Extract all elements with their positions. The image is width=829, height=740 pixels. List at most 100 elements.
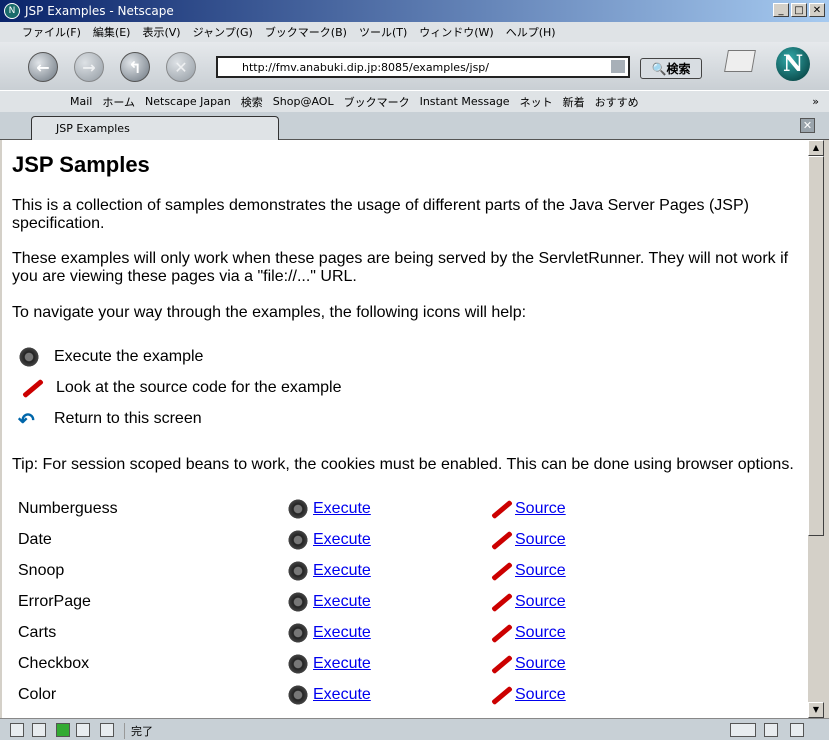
bookmark-netscape-japan[interactable]: Netscape Japan <box>145 95 231 108</box>
online-connection-icon[interactable] <box>730 723 756 737</box>
overflow-chevron-icon[interactable]: » <box>812 95 819 108</box>
title-bar: N JSP Examples - Netscape _ □ ✕ <box>0 0 829 22</box>
execute-link[interactable]: Execute <box>313 655 371 673</box>
close-button[interactable]: ✕ <box>809 3 825 17</box>
menu-bookmarks[interactable]: ブックマーク(B) <box>265 24 347 40</box>
bookmark-shop-aol[interactable]: Shop@AOL <box>273 95 334 108</box>
composer-icon[interactable] <box>76 723 90 737</box>
scroll-thumb[interactable] <box>808 156 824 536</box>
example-name: Checkbox <box>18 655 90 672</box>
vertical-scrollbar[interactable]: ▲ ▼ <box>808 140 824 718</box>
bookmark-mail[interactable]: Mail <box>70 95 92 108</box>
source-link[interactable]: Source <box>515 500 566 518</box>
execute-cell: Execute <box>287 560 371 582</box>
mail-icon[interactable] <box>32 723 46 737</box>
return-icon: ↶ <box>18 410 35 432</box>
source-link[interactable]: Source <box>515 562 566 580</box>
legend-return: ↶ Return to this screen <box>18 408 202 432</box>
intro-text: This is a collection of samples demonstr… <box>12 197 749 232</box>
menu-file[interactable]: ファイル(F) <box>22 24 81 40</box>
source-cell: Source <box>487 684 566 706</box>
execute-link[interactable]: Execute <box>313 593 371 611</box>
source-cell: Source <box>487 529 566 551</box>
example-row: Checkbox Execute Source <box>18 653 618 675</box>
example-row: Date Execute Source <box>18 529 618 551</box>
legend-text: Execute the example <box>54 348 204 365</box>
example-row: Color Execute Source <box>18 684 618 706</box>
menu-tools[interactable]: ツール(T) <box>359 24 407 40</box>
source-pen-icon[interactable] <box>487 498 511 520</box>
navigate-text: To navigate your way through the example… <box>12 304 527 321</box>
tab-bar: JSP Examples ✕ <box>0 112 829 140</box>
search-button[interactable]: 🔍 検索 <box>640 58 702 79</box>
execute-gears-icon[interactable] <box>287 591 309 613</box>
source-pen-icon[interactable] <box>487 684 511 706</box>
bookmark-new[interactable]: 新着 <box>563 94 585 110</box>
example-name: Snoop <box>18 562 65 579</box>
menu-window[interactable]: ウィンドウ(W) <box>419 24 493 40</box>
netscape-logo[interactable]: N <box>776 47 810 81</box>
source-pen-icon[interactable] <box>487 529 511 551</box>
bookmark-recommended[interactable]: おすすめ <box>595 94 639 110</box>
menu-bar: ファイル(F) 編集(E) 表示(V) ジャンプ(G) ブックマーク(B) ツー… <box>0 22 829 42</box>
source-pen-icon[interactable] <box>487 653 511 675</box>
reload-button[interactable]: ↰ <box>120 52 150 82</box>
execute-cell: Execute <box>287 653 371 675</box>
bookmark-net[interactable]: ネット <box>520 94 553 110</box>
navigator-icon[interactable] <box>10 723 24 737</box>
maximize-button[interactable]: □ <box>791 3 807 17</box>
close-tab-button[interactable]: ✕ <box>800 118 815 133</box>
scroll-up-button[interactable]: ▲ <box>808 140 824 156</box>
page-title: JSP Samples <box>12 152 150 177</box>
execute-link[interactable]: Execute <box>313 531 371 549</box>
source-link[interactable]: Source <box>515 655 566 673</box>
scroll-down-button[interactable]: ▼ <box>808 702 824 718</box>
example-name: Numberguess <box>18 500 118 517</box>
execute-link[interactable]: Execute <box>313 500 371 518</box>
minimize-button[interactable]: _ <box>773 3 789 17</box>
execute-gears-icon[interactable] <box>287 622 309 644</box>
menu-view[interactable]: 表示(V) <box>142 24 180 40</box>
page-content: JSP Samples This is a collection of samp… <box>2 140 808 718</box>
source-link[interactable]: Source <box>515 593 566 611</box>
execute-link[interactable]: Execute <box>313 686 371 704</box>
source-pen-icon[interactable] <box>487 591 511 613</box>
bookmark-bookmarks[interactable]: ブックマーク <box>344 94 410 110</box>
bookmark-instant-message[interactable]: Instant Message <box>420 95 510 108</box>
execute-link[interactable]: Execute <box>313 562 371 580</box>
menu-help[interactable]: ヘルプ(H) <box>506 24 556 40</box>
search-label: 検索 <box>666 62 691 76</box>
example-name: Carts <box>18 624 57 641</box>
privacy-icon[interactable] <box>764 723 778 737</box>
source-link[interactable]: Source <box>515 624 566 642</box>
execute-link[interactable]: Execute <box>313 624 371 642</box>
menu-edit[interactable]: 編集(E) <box>93 24 131 40</box>
execute-gears-icon <box>18 346 40 368</box>
url-text: http://fmv.anabuki.dip.jp:8085/examples/… <box>242 61 489 74</box>
source-cell: Source <box>487 498 566 520</box>
forward-button[interactable]: → <box>74 52 104 82</box>
bookmark-home[interactable]: ホーム <box>102 94 135 110</box>
print-icon[interactable] <box>724 50 756 72</box>
execute-gears-icon[interactable] <box>287 529 309 551</box>
execute-gears-icon[interactable] <box>287 498 309 520</box>
security-lock-icon[interactable] <box>790 723 804 737</box>
execute-gears-icon[interactable] <box>287 560 309 582</box>
url-input[interactable]: http://fmv.anabuki.dip.jp:8085/examples/… <box>216 56 630 78</box>
icq-icon[interactable] <box>56 723 70 737</box>
menu-go[interactable]: ジャンプ(G) <box>193 24 253 40</box>
back-button[interactable]: ← <box>28 52 58 82</box>
stop-button[interactable]: ✕ <box>166 52 196 82</box>
source-pen-icon[interactable] <box>487 622 511 644</box>
address-book-icon[interactable] <box>100 723 114 737</box>
execute-gears-icon[interactable] <box>287 653 309 675</box>
source-pen-icon[interactable] <box>487 560 511 582</box>
source-pen-icon <box>18 377 42 399</box>
bookmark-search[interactable]: 検索 <box>241 94 263 110</box>
personal-toolbar: Mail ホーム Netscape Japan 検索 Shop@AOL ブックマ… <box>0 90 829 112</box>
tab-jsp-examples[interactable]: JSP Examples <box>31 116 279 140</box>
source-link[interactable]: Source <box>515 686 566 704</box>
source-link[interactable]: Source <box>515 531 566 549</box>
url-dropdown-icon[interactable] <box>611 60 625 73</box>
execute-gears-icon[interactable] <box>287 684 309 706</box>
